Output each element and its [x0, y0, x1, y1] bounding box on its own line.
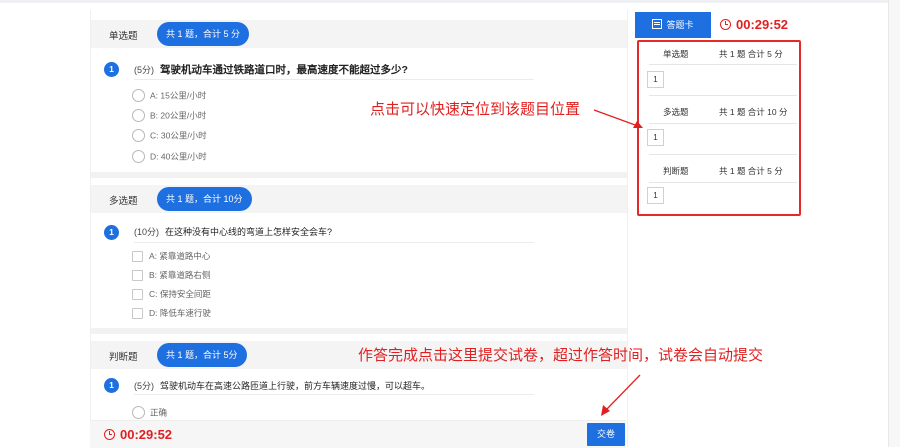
nav-group-name: 单选题 — [663, 49, 689, 59]
top-divider — [0, 0, 900, 3]
divider — [134, 394, 534, 395]
option-c[interactable]: C: 保持安全间距 — [132, 288, 211, 302]
divider — [134, 242, 534, 243]
section-summary-badge: 共 1 题，合计 5 分 — [157, 22, 250, 46]
option-c[interactable]: C: 30公里/小时 — [132, 129, 207, 143]
option-a[interactable]: A: 紧靠道路中心 — [132, 250, 210, 264]
page-scrollbar[interactable] — [888, 0, 900, 447]
checkbox[interactable] — [132, 288, 143, 300]
timer-value: 00:29:52 — [736, 17, 789, 32]
section-title: 判断题 — [109, 352, 138, 363]
checkbox[interactable] — [132, 250, 143, 262]
option-label: B: 紧靠道路右侧 — [149, 270, 211, 280]
divider — [649, 154, 797, 155]
question-score: (5分) — [134, 65, 154, 75]
question-number-badge: 1 — [104, 225, 119, 240]
radio-button[interactable] — [132, 129, 145, 142]
option-label: A: 紧靠道路中心 — [149, 251, 211, 261]
section-summary-badge: 共 1 题，合计 10分 — [157, 187, 252, 211]
section-gap — [91, 172, 627, 178]
radio-button[interactable] — [132, 89, 145, 102]
option-true[interactable]: 正确 — [132, 406, 167, 420]
option-label: D: 降低车速行驶 — [149, 308, 211, 318]
option-label: C: 30公里/小时 — [150, 130, 207, 141]
answer-card-button[interactable]: 答题卡 — [635, 12, 711, 38]
section-title: 单选题 — [109, 31, 138, 42]
option-b[interactable]: B: 紧靠道路右侧 — [132, 269, 210, 283]
radio-button[interactable] — [132, 406, 145, 419]
checkbox[interactable] — [132, 307, 143, 319]
option-d[interactable]: D: 40公里/小时 — [132, 150, 207, 164]
section-title: 多选题 — [109, 196, 138, 207]
section-header-multi: 多选题 共 1 题，合计 10分 — [91, 185, 627, 213]
option-label: C: 保持安全间距 — [149, 289, 211, 299]
exam-content: 单选题 共 1 题，合计 5 分 1 (5分) 驾驶机动车通过铁路道口时，最高速度… — [90, 10, 628, 447]
option-a[interactable]: A: 15公里/小时 — [132, 89, 206, 103]
clock-icon — [104, 429, 115, 440]
nav-group-name: 多选题 — [663, 107, 689, 117]
timer-value: 00:29:52 — [120, 427, 173, 442]
nav-question-1[interactable]: 1 — [647, 71, 664, 88]
question-score: (10分) — [134, 227, 160, 237]
question-text: 驾驶机动车通过铁路道口时，最高速度不能超过多少? — [160, 64, 408, 76]
section-gap — [91, 328, 627, 334]
question-stem: (5分) 驾驶机动车通过铁路道口时，最高速度不能超过多少? — [134, 62, 408, 77]
nav-question-1[interactable]: 1 — [647, 129, 664, 146]
checkbox[interactable] — [132, 269, 143, 281]
clock-icon — [720, 19, 731, 30]
section-summary-badge: 共 1 题，合计 5分 — [157, 343, 247, 367]
nav-group-header: 判断题 共 1 题 合计 5 分 — [649, 161, 797, 181]
answer-sheet-icon — [652, 19, 663, 29]
nav-group-info: 共 1 题 合计 5 分 — [719, 49, 783, 59]
answer-card-label: 答题卡 — [666, 20, 694, 30]
question-score: (5分) — [134, 381, 154, 391]
divider — [649, 95, 797, 96]
nav-group-info: 共 1 题 合计 5 分 — [719, 166, 783, 176]
nav-group-header: 多选题 共 1 题 合计 10 分 — [649, 102, 797, 122]
divider — [649, 123, 797, 124]
question-stem: (5分) 驾驶机动车在高速公路匝道上行驶，前方车辆速度过慢，可以超车。 — [134, 379, 430, 392]
countdown-timer: 00:29:52 — [720, 17, 788, 32]
question-number-badge: 1 — [104, 378, 119, 393]
submit-button[interactable]: 交卷 — [587, 423, 625, 446]
question-navigator: 单选题 共 1 题 合计 5 分 1 多选题 共 1 题 合计 10 分 1 判… — [637, 40, 801, 216]
countdown-timer: 00:29:52 — [104, 427, 172, 442]
option-label: D: 40公里/小时 — [150, 151, 207, 162]
question-stem: (10分) 在这种没有中心线的弯道上怎样安全会车? — [134, 225, 332, 238]
section-header-single: 单选题 共 1 题，合计 5 分 — [91, 20, 627, 48]
option-label: 正确 — [150, 407, 168, 418]
nav-group-header: 单选题 共 1 题 合计 5 分 — [649, 44, 797, 64]
nav-group-name: 判断题 — [663, 166, 689, 176]
radio-button[interactable] — [132, 150, 145, 163]
option-label: B: 20公里/小时 — [150, 110, 207, 121]
divider — [649, 182, 797, 183]
question-text: 在这种没有中心线的弯道上怎样安全会车? — [165, 227, 333, 237]
nav-group-info: 共 1 题 合计 10 分 — [719, 107, 788, 117]
nav-question-1[interactable]: 1 — [647, 187, 664, 204]
question-text: 驾驶机动车在高速公路匝道上行驶，前方车辆速度过慢，可以超车。 — [160, 381, 431, 391]
divider — [649, 64, 797, 65]
annotation-submit-hint: 作答完成点击这里提交试卷，超过作答时间，试卷会自动提交 — [358, 347, 764, 364]
divider — [134, 79, 534, 80]
option-b[interactable]: B: 20公里/小时 — [132, 109, 206, 123]
radio-button[interactable] — [132, 109, 145, 122]
option-label: A: 15公里/小时 — [150, 90, 207, 101]
bottom-bar: 00:29:52 交卷 — [90, 420, 626, 448]
question-number-badge: 1 — [104, 62, 119, 77]
annotation-locate-hint: 点击可以快速定位到该题目位置 — [370, 101, 581, 118]
option-d[interactable]: D: 降低车速行驶 — [132, 307, 211, 321]
